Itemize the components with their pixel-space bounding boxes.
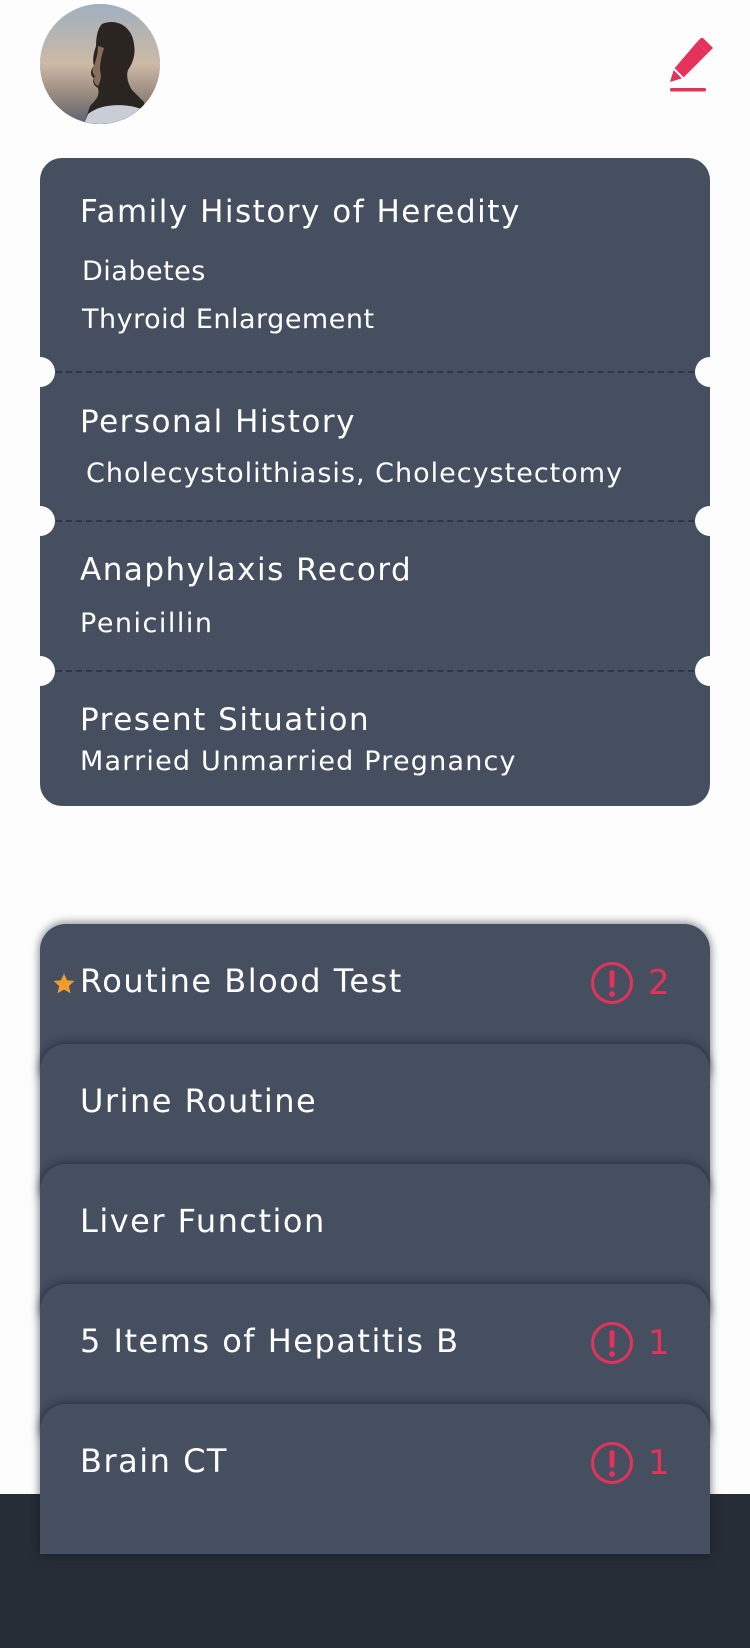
exam-label: Liver Function	[80, 1202, 326, 1240]
card-notch	[695, 506, 725, 536]
edit-button[interactable]	[666, 38, 714, 94]
warning-badge: 1	[590, 1320, 670, 1366]
star-icon	[53, 973, 75, 994]
family-history-item: Diabetes	[82, 256, 206, 287]
family-history-item: Thyroid Enlargement	[82, 304, 375, 335]
card-notch	[695, 357, 725, 387]
exam-label: Brain CT	[80, 1442, 228, 1480]
warning-badge: 2	[590, 960, 670, 1006]
alert-icon	[591, 1442, 633, 1484]
exam-label: Urine Routine	[80, 1082, 318, 1120]
exam-label: 5 Items of Hepatitis B	[80, 1322, 460, 1360]
exam-list: Routine Blood Test 2 Urine Routine Liver…	[40, 924, 710, 1554]
warning-count: 1	[648, 1323, 670, 1363]
section-divider	[56, 520, 694, 522]
card-notch	[25, 506, 55, 536]
card-notch	[25, 656, 55, 686]
section-divider	[56, 371, 694, 373]
avatar[interactable]	[40, 4, 160, 124]
present-situation-text: Married Unmarried Pregnancy	[80, 746, 517, 777]
pencil-icon	[670, 38, 713, 92]
present-situation-title: Present Situation	[80, 702, 371, 738]
exam-label: Routine Blood Test	[80, 962, 403, 1000]
personal-history-text: Cholecystolithiasis, Cholecystectomy	[86, 458, 624, 489]
warning-badge: 1	[590, 1440, 670, 1486]
personal-history-title: Personal History	[80, 404, 356, 440]
alert-icon	[591, 962, 633, 1004]
warning-count: 1	[648, 1443, 670, 1483]
card-notch	[695, 656, 725, 686]
anaphylaxis-title: Anaphylaxis Record	[80, 552, 413, 588]
alert-icon	[591, 1322, 633, 1364]
health-record-card: Family History of Heredity Diabetes Thyr…	[25, 158, 725, 806]
family-history-title: Family History of Heredity	[80, 194, 521, 230]
card-notch	[25, 357, 55, 387]
section-divider	[56, 670, 694, 672]
anaphylaxis-text: Penicillin	[80, 608, 214, 639]
exam-item-brain-ct[interactable]: Brain CT 1	[40, 1404, 710, 1554]
warning-count: 2	[648, 963, 670, 1003]
avatar-photo	[40, 4, 160, 124]
